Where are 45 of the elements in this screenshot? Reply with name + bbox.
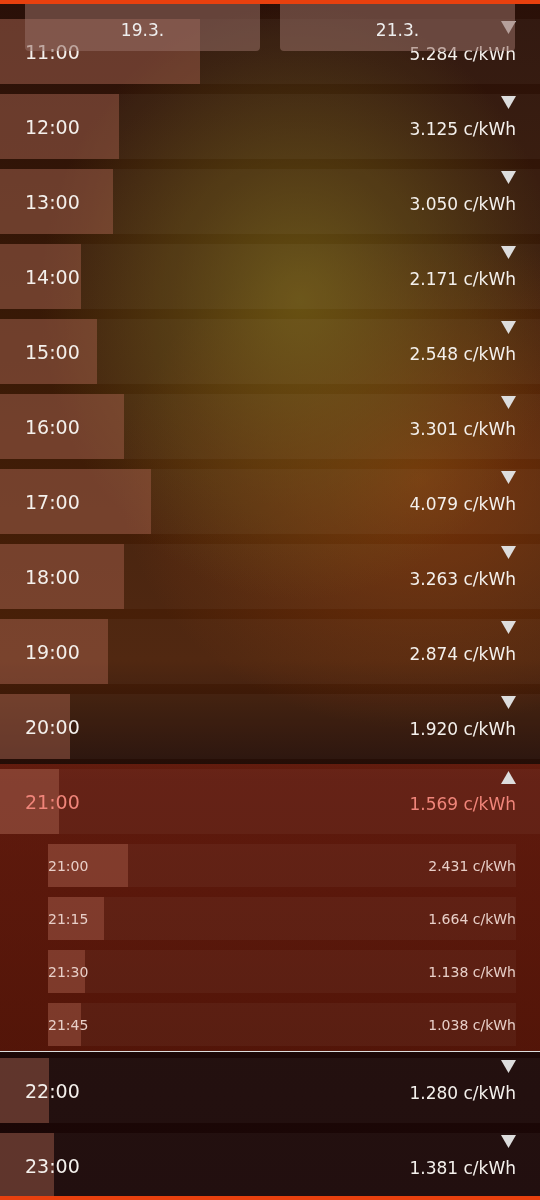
expand-icon[interactable] bbox=[501, 1060, 516, 1073]
hour-label: 21:00 bbox=[25, 789, 80, 815]
quarter-label: 21:30 bbox=[48, 962, 89, 981]
price-label: 2.548 c/kWh bbox=[409, 343, 516, 366]
collapse-icon[interactable] bbox=[501, 771, 516, 784]
price-label: 1.920 c/kWh bbox=[409, 718, 516, 741]
expand-icon[interactable] bbox=[501, 1135, 516, 1148]
price-label: 2.431 c/kWh bbox=[428, 856, 516, 875]
hour-label: 20:00 bbox=[25, 714, 80, 740]
price-label: 3.125 c/kWh bbox=[409, 118, 516, 141]
price-label: 1.381 c/kWh bbox=[409, 1157, 516, 1180]
expand-icon[interactable] bbox=[501, 471, 516, 484]
price-label: 1.280 c/kWh bbox=[409, 1082, 516, 1105]
price-label: 4.079 c/kWh bbox=[409, 493, 516, 516]
hour-label: 16:00 bbox=[25, 414, 80, 440]
quarter-label: 21:00 bbox=[48, 856, 89, 875]
expand-icon[interactable] bbox=[501, 171, 516, 184]
price-label: 2.171 c/kWh bbox=[409, 268, 516, 291]
price-label: 3.263 c/kWh bbox=[409, 568, 516, 591]
price-label: 3.301 c/kWh bbox=[409, 418, 516, 441]
hour-label: 23:00 bbox=[25, 1153, 80, 1179]
expand-icon[interactable] bbox=[501, 21, 516, 34]
hour-label: 14:00 bbox=[25, 264, 80, 290]
price-label: 1.038 c/kWh bbox=[428, 1015, 516, 1034]
price-label: 3.050 c/kWh bbox=[409, 193, 516, 216]
expand-icon[interactable] bbox=[501, 546, 516, 559]
expand-icon[interactable] bbox=[501, 96, 516, 109]
hour-label: 18:00 bbox=[25, 564, 80, 590]
expand-icon[interactable] bbox=[501, 621, 516, 634]
quarter-label: 21:15 bbox=[48, 909, 89, 928]
expand-icon[interactable] bbox=[501, 246, 516, 259]
hour-label: 12:00 bbox=[25, 114, 80, 140]
hour-label: 19:00 bbox=[25, 639, 80, 665]
price-label: 1.138 c/kWh bbox=[428, 962, 516, 981]
price-label: 1.664 c/kWh bbox=[428, 909, 516, 928]
expand-icon[interactable] bbox=[501, 396, 516, 409]
quarter-label: 21:45 bbox=[48, 1015, 89, 1034]
price-label: 1.569 c/kWh bbox=[409, 793, 516, 816]
expand-icon[interactable] bbox=[501, 321, 516, 334]
hour-label: 22:00 bbox=[25, 1078, 80, 1104]
expand-icon[interactable] bbox=[501, 696, 516, 709]
hour-label: 17:00 bbox=[25, 489, 80, 515]
hour-label: 13:00 bbox=[25, 189, 80, 215]
hour-label: 15:00 bbox=[25, 339, 80, 365]
price-label: 2.874 c/kWh bbox=[409, 643, 516, 666]
